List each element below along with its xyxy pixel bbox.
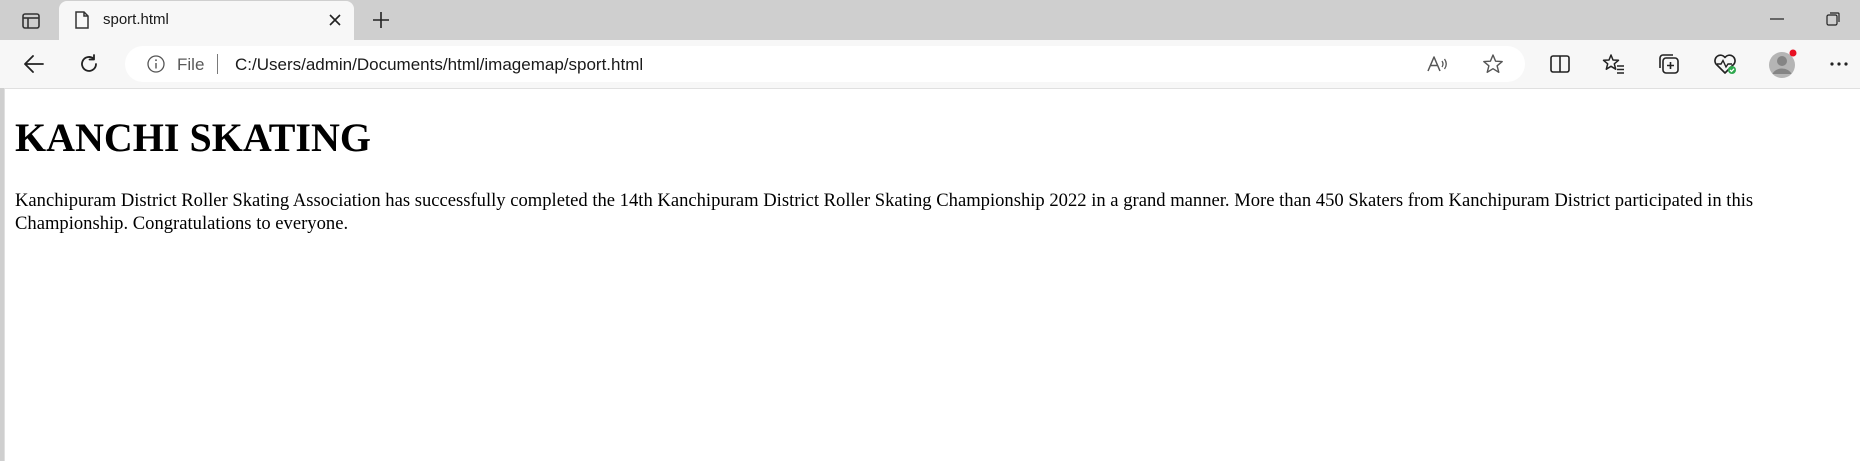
read-aloud-button[interactable]: [1426, 53, 1450, 75]
restore-icon: [1826, 12, 1840, 26]
favorites-icon: [1602, 54, 1624, 74]
tab-sport[interactable]: sport.html: [59, 1, 354, 40]
star-icon: [1483, 54, 1503, 73]
address-separator: [217, 54, 218, 74]
page-viewport: KANCHI SKATING Kanchipuram District Roll…: [4, 88, 1860, 461]
profile-button[interactable]: [1765, 48, 1799, 80]
split-screen-icon: [1550, 55, 1570, 73]
minimize-icon: [1770, 18, 1784, 20]
tab-title: sport.html: [103, 11, 169, 28]
page-heading: KANCHI SKATING: [15, 115, 371, 160]
address-bar[interactable]: File C:/Users/admin/Documents/html/image…: [125, 46, 1525, 82]
refresh-button[interactable]: [72, 48, 106, 80]
browser-essentials-button[interactable]: [1708, 48, 1742, 80]
new-tab-button[interactable]: [367, 7, 395, 33]
tab-close-button[interactable]: [325, 10, 345, 30]
tab-strip: sport.html: [0, 0, 1860, 40]
info-icon[interactable]: [147, 55, 165, 73]
toolbar: File C:/Users/admin/Documents/html/image…: [0, 40, 1860, 88]
tab-actions-button[interactable]: [14, 8, 48, 34]
tab-actions-icon: [22, 13, 40, 29]
plus-icon: [373, 12, 389, 28]
back-button[interactable]: [17, 48, 51, 80]
add-favorite-button[interactable]: [1481, 52, 1505, 76]
refresh-icon: [81, 54, 97, 72]
page-paragraph: Kanchipuram District Roller Skating Asso…: [15, 190, 1754, 234]
profile-avatar-icon: [1769, 49, 1797, 78]
restore-button[interactable]: [1815, 6, 1851, 32]
back-arrow-icon: [24, 55, 44, 73]
url-text[interactable]: C:/Users/admin/Documents/html/imagemap/s…: [235, 55, 643, 75]
split-screen-button[interactable]: [1543, 48, 1577, 80]
favorites-button[interactable]: [1597, 48, 1631, 80]
minimize-button[interactable]: [1759, 6, 1795, 32]
collections-icon: [1659, 54, 1679, 74]
read-aloud-icon: [1427, 56, 1447, 72]
collections-button[interactable]: [1652, 48, 1686, 80]
more-button[interactable]: [1822, 48, 1856, 80]
scheme-label: File: [177, 55, 205, 74]
file-icon: [73, 11, 91, 29]
browser-essentials-icon: [1714, 54, 1736, 74]
more-icon: [1830, 62, 1848, 66]
close-icon: [329, 14, 341, 26]
